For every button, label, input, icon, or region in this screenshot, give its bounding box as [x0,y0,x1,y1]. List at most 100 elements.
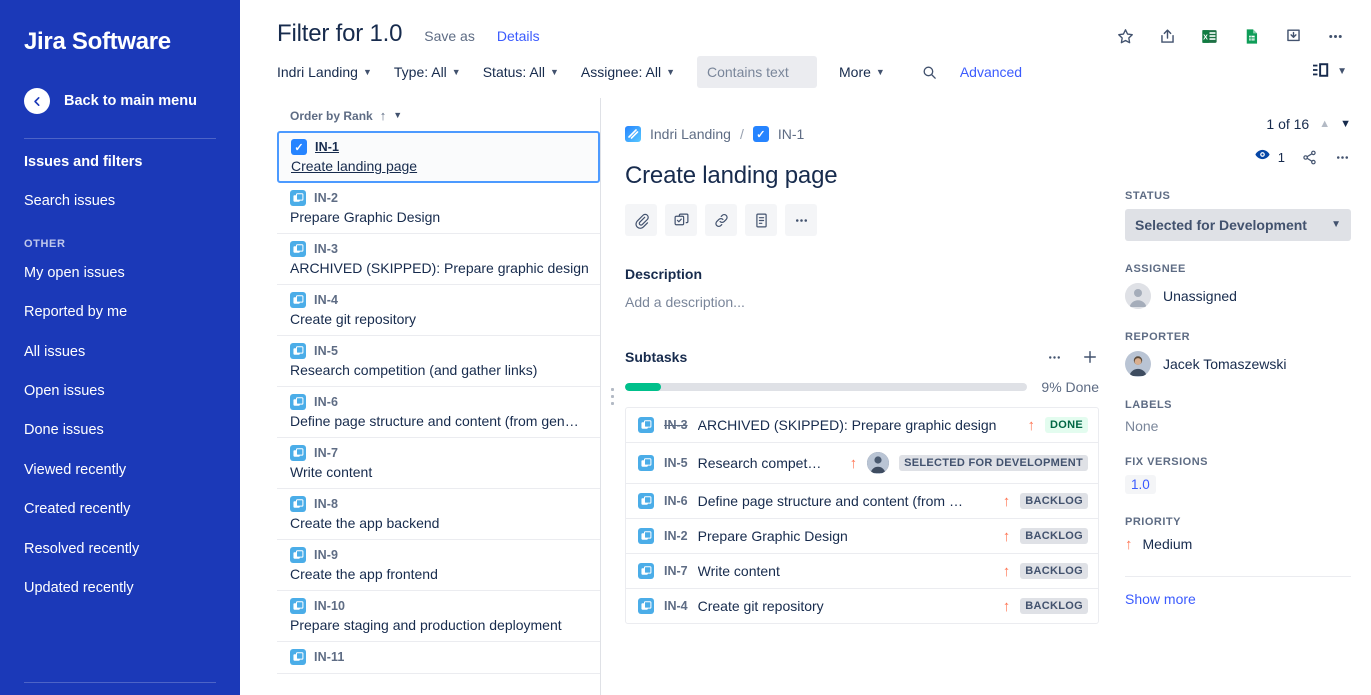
filter-status-dropdown[interactable]: Status: All ▼ [483,64,559,80]
subtask-summary: Prepare Graphic Design [697,528,848,544]
priority-value-row[interactable]: ↑ Medium [1125,536,1351,552]
subtask-summary: Define page structure and content (from … [697,493,963,509]
subtask-row-IN-2[interactable]: IN-2 Prepare Graphic Design ↑ BACKLOG [626,519,1098,554]
chevron-down-icon: ▼ [666,66,675,77]
issue-summary: Create landing page [291,158,418,174]
description-heading: Description [625,266,703,282]
more-options-icon[interactable] [1334,149,1351,166]
next-issue-icon[interactable]: ▼ [1340,118,1351,130]
more-actions-icon[interactable] [785,204,817,236]
sidebar-item-open-issues[interactable]: Open issues [24,372,216,411]
sidebar-item-my-open-issues[interactable]: My open issues [24,254,216,293]
sidebar-item-updated-recently[interactable]: Updated recently [24,569,216,608]
subtask-type-icon [290,496,306,512]
priority-medium-icon: ↑ [1002,492,1011,510]
issue-list[interactable]: ✓ IN-1 Create landing page IN-2 Prepare [277,131,600,695]
breadcrumb-issue-key-link[interactable]: IN-1 [778,126,804,142]
issue-list-item-IN-7[interactable]: IN-7 Write content [277,438,600,489]
issue-list-panel: Order by Rank ↑ ▼ ✓ IN-1 Create landing … [277,98,600,695]
assignee-value-row[interactable]: Unassigned [1125,283,1351,309]
priority-medium-icon: ↑ [849,454,858,472]
description-placeholder[interactable]: Add a description... [625,294,1099,310]
more-options-icon[interactable] [1323,24,1347,48]
filter-assignee-dropdown[interactable]: Assignee: All ▼ [581,64,675,80]
google-sheets-export-icon[interactable] [1239,24,1263,48]
advanced-search-link[interactable]: Advanced [960,64,1022,80]
issue-summary: Create the app frontend [290,566,438,582]
issue-key-row: IN-10 [290,598,590,614]
subtasks-more-options-icon[interactable] [1046,349,1063,366]
reporter-value-row[interactable]: Jacek Tomaszewski [1125,351,1351,377]
search-icon[interactable] [921,64,938,81]
issue-summary: Research competition (and gather links) [290,362,538,378]
filter-more-dropdown[interactable]: More ▼ [839,64,885,80]
issue-list-item-IN-8[interactable]: IN-8 Create the app backend [277,489,600,540]
issue-key-row: IN-4 [290,292,590,308]
share-export-icon[interactable] [1155,24,1179,48]
sidebar-item-issues-and-filters[interactable]: Issues and filters [24,143,216,182]
sidebar-item-done-issues[interactable]: Done issues [24,411,216,450]
link-issue-icon[interactable] [705,204,737,236]
contains-text-input[interactable] [697,56,817,88]
reporter-value: Jacek Tomaszewski [1163,356,1287,372]
subtask-row-IN-3[interactable]: IN-3 ARCHIVED (SKIPPED): Prepare graphic… [626,408,1098,443]
project-avatar-icon [625,126,641,142]
sidebar-item-created-recently[interactable]: Created recently [24,490,216,529]
issue-summary: Prepare staging and production deploymen… [290,617,562,633]
share-icon[interactable] [1301,149,1318,166]
issue-list-item-IN-10[interactable]: IN-10 Prepare staging and production dep… [277,591,600,642]
assignee-field-label: ASSIGNEE [1125,263,1186,275]
create-subtask-icon[interactable] [665,204,697,236]
filter-type-dropdown[interactable]: Type: All ▼ [394,64,461,80]
fix-version-chip[interactable]: 1.0 [1125,475,1156,494]
subtask-row-meta: ↑ SELECTED FOR DEVELOPMENT [850,452,1088,474]
subtask-row-IN-4[interactable]: IN-4 Create git repository ↑ BACKLOG [626,589,1098,623]
show-more-fields-link[interactable]: Show more [1125,591,1351,607]
issue-list-item-IN-11[interactable]: IN-11 [277,642,600,674]
issue-key: IN-1 [315,140,340,154]
subtask-row-IN-7[interactable]: IN-7 Write content ↑ BACKLOG [626,554,1098,589]
issue-key-row: IN-6 [290,394,590,410]
left-sidebar: Jira Software Back to main menu Issues a… [0,0,240,695]
issue-list-item-IN-1[interactable]: ✓ IN-1 Create landing page [277,131,600,183]
issue-list-item-IN-2[interactable]: IN-2 Prepare Graphic Design [277,183,600,234]
attach-icon[interactable] [625,204,657,236]
add-subtask-plus-icon[interactable] [1081,348,1099,366]
previous-issue-icon[interactable]: ▲ [1319,118,1330,130]
issue-list-item-IN-4[interactable]: IN-4 Create git repository [277,285,600,336]
priority-medium-icon: ↑ [1125,535,1133,553]
issue-key-row: IN-7 [290,445,590,461]
subtask-row-IN-6[interactable]: IN-6 Define page structure and content (… [626,484,1098,519]
save-as-button[interactable]: Save as [424,28,475,44]
back-to-main-menu-button[interactable]: Back to main menu [24,88,216,114]
subtask-row-IN-5[interactable]: IN-5 Research compet… ↑ SELECTED FOR DEV… [626,443,1098,484]
labels-value[interactable]: None [1125,418,1351,434]
chevron-down-icon: ▼ [362,66,372,77]
watch-button[interactable]: 1 [1254,146,1285,168]
star-icon[interactable] [1113,24,1137,48]
add-note-icon[interactable] [745,204,777,236]
header-actions: X [1113,20,1347,48]
status-value: Selected for Development [1135,217,1307,233]
issue-summary: Create git repository [290,311,417,327]
download-icon[interactable] [1281,24,1305,48]
issue-list-item-IN-9[interactable]: IN-9 Create the app frontend [277,540,600,591]
sidebar-item-all-issues[interactable]: All issues [24,333,216,372]
filter-project-dropdown[interactable]: Indri Landing ▼ [277,64,372,80]
order-by-rank-button[interactable]: Order by Rank ↑ ▼ [277,98,600,131]
status-dropdown[interactable]: Selected for Development ▼ [1125,209,1351,241]
panel-resize-handle[interactable] [600,98,625,695]
sidebar-item-reported-by-me[interactable]: Reported by me [24,293,216,332]
issue-list-item-IN-3[interactable]: IN-3 ARCHIVED (SKIPPED): Prepare graphic… [277,234,600,285]
breadcrumb-project-link[interactable]: Indri Landing [650,126,731,142]
sidebar-item-resolved-recently[interactable]: Resolved recently [24,530,216,569]
details-button[interactable]: Details [497,28,540,44]
layout-toggle-button[interactable]: ▼ [1312,62,1347,83]
sidebar-item-search-issues[interactable]: Search issues [24,182,216,221]
sidebar-item-viewed-recently[interactable]: Viewed recently [24,451,216,490]
issue-list-item-IN-5[interactable]: IN-5 Research competition (and gather li… [277,336,600,387]
filter-assignee-label: Assignee: All [580,64,662,80]
subtask-row-meta: ↑ BACKLOG [1003,598,1088,614]
excel-export-icon[interactable]: X [1197,24,1221,48]
issue-list-item-IN-6[interactable]: IN-6 Define page structure and content (… [277,387,600,438]
